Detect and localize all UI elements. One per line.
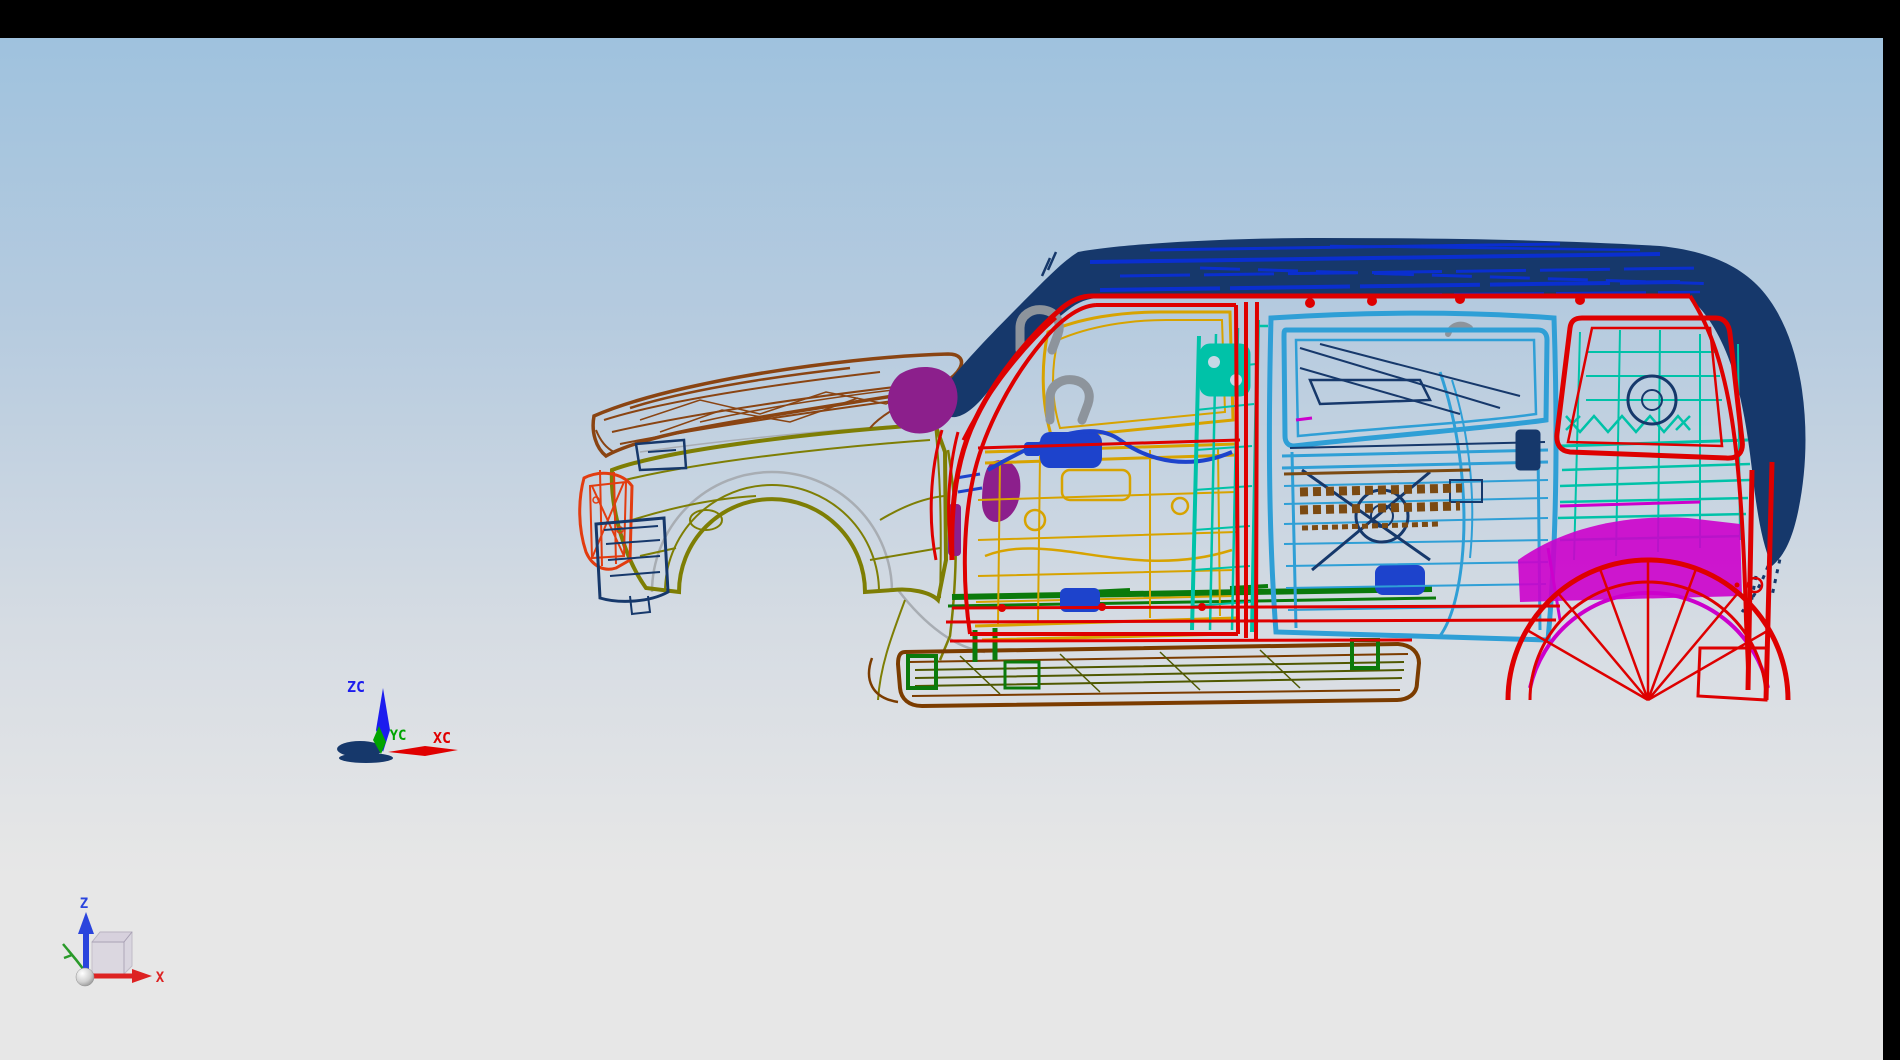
wcs-x-label: XC — [433, 729, 451, 747]
rear-door-internals[interactable] — [1290, 344, 1545, 570]
rocker-hatch-lines[interactable] — [915, 650, 1404, 694]
front-fender-wireframe[interactable] — [612, 424, 956, 700]
view-triad-x-label: X — [156, 970, 165, 986]
view-triad-y-axis[interactable] — [63, 944, 84, 970]
view-triad-origin-sphere[interactable] — [76, 968, 94, 986]
wcs-z-label: ZC — [347, 678, 365, 696]
right-letterbox-bar — [1883, 0, 1900, 1060]
view-triad-z-label: Z — [80, 896, 88, 912]
view-triad-cube — [92, 932, 132, 974]
model-canvas[interactable]: ZC YC XC — [0, 38, 1883, 1060]
bumper-bracket-wireframe[interactable] — [580, 470, 632, 569]
wcs-x-axis[interactable] — [388, 746, 458, 756]
top-letterbox-bar — [0, 0, 1900, 38]
application-window: ZC YC XC — [0, 0, 1900, 1060]
view-orientation-triad[interactable]: Z X — [63, 896, 165, 986]
wcs-y-label: YC — [390, 728, 407, 744]
graphics-viewport[interactable]: ZC YC XC — [0, 38, 1883, 1060]
